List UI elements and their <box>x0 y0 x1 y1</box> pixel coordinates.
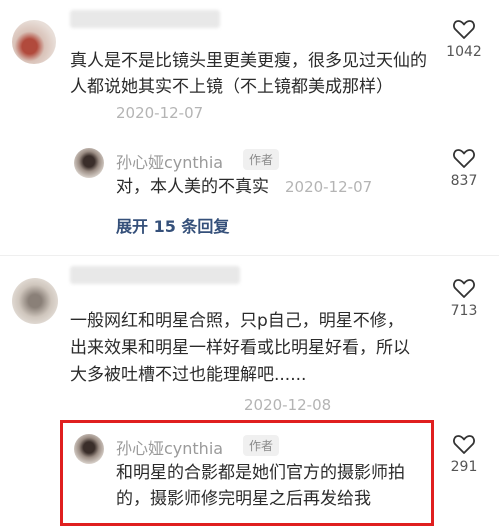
reply-like-button[interactable]: 291 <box>437 433 491 475</box>
reply-text: 和明星的合影都是她们官方的摄影师拍的，摄影师修完明星之后再发给我 <box>116 463 405 509</box>
like-count: 291 <box>450 459 478 475</box>
divider <box>0 255 499 256</box>
reply-author-name[interactable]: 孙心娅cynthia <box>116 149 223 173</box>
like-button[interactable]: 713 <box>437 277 491 319</box>
comment-timestamp: 2020-12-07 <box>112 104 204 122</box>
author-avatar[interactable] <box>74 434 104 464</box>
comment-text: 真人是不是比镜头里更美更瘦，很多见过天仙的人都说她其实不上镜（不上镜都美成那样） <box>70 51 427 97</box>
like-count: 713 <box>450 303 478 319</box>
commenter-name-redacted <box>70 266 240 284</box>
reply-timestamp: 2020-12-07 <box>285 178 373 196</box>
reply-author-name[interactable]: 孙心娅cynthia <box>116 435 223 459</box>
commenter-name-redacted <box>70 10 220 28</box>
commenter-avatar[interactable] <box>12 20 56 64</box>
comment-text: 一般网红和明星合照，只p自己，明星不修，出来效果和明星一样好看或比明星好看，所以… <box>70 311 410 385</box>
like-count: 1042 <box>446 44 482 60</box>
heart-icon <box>452 433 476 459</box>
author-badge: 作者 <box>243 435 280 456</box>
reply-text: 对，本人美的不真实 <box>116 177 269 197</box>
commenter-avatar[interactable] <box>12 278 58 324</box>
heart-icon <box>452 18 476 44</box>
like-button[interactable]: 1042 <box>437 18 491 60</box>
reply-like-button[interactable]: 837 <box>437 147 491 189</box>
heart-icon <box>452 277 476 303</box>
like-count: 837 <box>450 173 478 189</box>
heart-icon <box>452 147 476 173</box>
expand-replies-link[interactable]: 展开 15 条回复 <box>116 213 229 237</box>
author-avatar[interactable] <box>74 148 104 178</box>
author-badge: 作者 <box>243 149 280 170</box>
comment-timestamp: 2020-12-08 <box>240 396 332 414</box>
